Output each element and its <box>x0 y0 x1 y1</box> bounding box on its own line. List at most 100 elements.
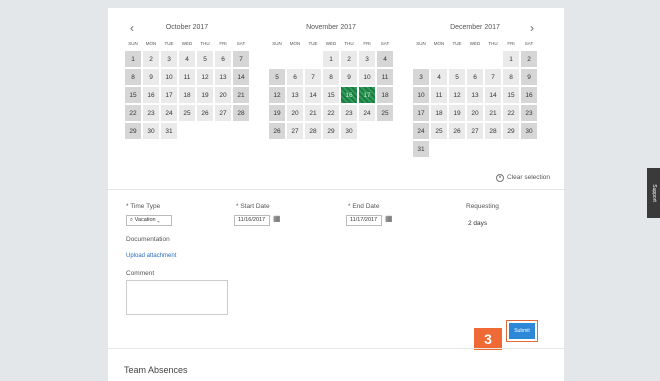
day-cell[interactable]: 23 <box>142 104 160 122</box>
day-cell[interactable]: 28 <box>232 104 250 122</box>
upload-attachment-link[interactable]: Upload attachment <box>126 253 176 259</box>
day-cell[interactable]: 14 <box>232 68 250 86</box>
time-type-select[interactable]: ⌕ Vacation ⌄ <box>126 215 172 226</box>
day-cell[interactable]: 16 <box>142 86 160 104</box>
day-cell[interactable]: 22 <box>502 104 520 122</box>
day-cell[interactable]: 3 <box>358 50 376 68</box>
day-cell[interactable]: 27 <box>286 122 304 140</box>
day-cell[interactable]: 24 <box>358 104 376 122</box>
day-cell[interactable]: 7 <box>484 68 502 86</box>
day-cell[interactable]: 14 <box>484 86 502 104</box>
day-cell[interactable]: 21 <box>484 104 502 122</box>
day-cell[interactable]: 7 <box>232 50 250 68</box>
day-cell[interactable]: 26 <box>196 104 214 122</box>
day-cell[interactable]: 12 <box>448 86 466 104</box>
day-cell[interactable]: 2 <box>520 50 538 68</box>
day-cell[interactable]: 29 <box>322 122 340 140</box>
day-cell[interactable]: 26 <box>448 122 466 140</box>
day-cell[interactable]: 4 <box>178 50 196 68</box>
day-cell[interactable]: 11 <box>376 68 394 86</box>
day-cell[interactable]: 25 <box>376 104 394 122</box>
day-cell[interactable]: 20 <box>286 104 304 122</box>
day-cell[interactable]: 18 <box>178 86 196 104</box>
day-cell[interactable]: 8 <box>502 68 520 86</box>
day-cell[interactable]: 27 <box>466 122 484 140</box>
day-cell[interactable]: 15 <box>322 86 340 104</box>
day-cell-selected[interactable]: 16 <box>340 86 358 104</box>
day-cell[interactable]: 9 <box>340 68 358 86</box>
day-cell[interactable]: 17 <box>412 104 430 122</box>
day-cell[interactable]: 13 <box>214 68 232 86</box>
day-cell[interactable]: 12 <box>196 68 214 86</box>
day-cell[interactable]: 23 <box>520 104 538 122</box>
day-cell[interactable]: 24 <box>412 122 430 140</box>
comment-textarea[interactable] <box>126 280 228 315</box>
day-cell[interactable]: 24 <box>160 104 178 122</box>
day-cell[interactable]: 22 <box>124 104 142 122</box>
day-cell[interactable]: 1 <box>124 50 142 68</box>
calendar-icon[interactable]: ▦ <box>273 214 281 223</box>
day-cell[interactable]: 20 <box>466 104 484 122</box>
day-cell[interactable]: 6 <box>466 68 484 86</box>
clear-selection-button[interactable]: × Clear selection <box>496 174 550 182</box>
day-cell[interactable]: 22 <box>322 104 340 122</box>
day-cell[interactable]: 28 <box>484 122 502 140</box>
day-cell[interactable]: 4 <box>376 50 394 68</box>
day-cell[interactable]: 8 <box>322 68 340 86</box>
day-cell[interactable]: 10 <box>358 68 376 86</box>
day-cell[interactable]: 28 <box>304 122 322 140</box>
day-cell[interactable]: 25 <box>178 104 196 122</box>
day-cell[interactable]: 11 <box>430 86 448 104</box>
day-cell[interactable]: 13 <box>286 86 304 104</box>
day-cell[interactable]: 3 <box>160 50 178 68</box>
day-cell[interactable]: 13 <box>466 86 484 104</box>
day-cell[interactable]: 5 <box>196 50 214 68</box>
day-cell[interactable]: 9 <box>142 68 160 86</box>
prev-month-button[interactable]: ‹ <box>130 18 134 38</box>
day-cell[interactable]: 30 <box>520 122 538 140</box>
day-cell[interactable]: 15 <box>502 86 520 104</box>
day-cell[interactable]: 21 <box>232 86 250 104</box>
day-cell[interactable]: 12 <box>268 86 286 104</box>
day-cell[interactable]: 2 <box>142 50 160 68</box>
day-cell[interactable]: 2 <box>340 50 358 68</box>
calendar-icon[interactable]: ▦ <box>385 214 393 223</box>
day-cell[interactable]: 1 <box>322 50 340 68</box>
day-cell[interactable]: 6 <box>214 50 232 68</box>
day-cell[interactable]: 17 <box>160 86 178 104</box>
day-cell[interactable]: 10 <box>412 86 430 104</box>
day-cell[interactable]: 27 <box>214 104 232 122</box>
day-cell[interactable]: 30 <box>340 122 358 140</box>
day-cell[interactable]: 16 <box>520 86 538 104</box>
day-cell-selected[interactable]: 17 <box>358 86 376 104</box>
day-cell[interactable]: 6 <box>286 68 304 86</box>
day-cell[interactable]: 15 <box>124 86 142 104</box>
day-cell[interactable]: 20 <box>214 86 232 104</box>
support-tab[interactable]: Support <box>647 168 660 218</box>
day-cell[interactable]: 19 <box>196 86 214 104</box>
day-cell[interactable]: 26 <box>268 122 286 140</box>
day-cell[interactable]: 31 <box>160 122 178 140</box>
end-date-input[interactable]: 11/17/2017 <box>346 215 382 226</box>
day-cell[interactable]: 1 <box>502 50 520 68</box>
submit-button[interactable]: Submit <box>506 320 538 342</box>
start-date-input[interactable]: 11/16/2017 <box>234 215 270 226</box>
day-cell[interactable]: 23 <box>340 104 358 122</box>
day-cell[interactable]: 29 <box>124 122 142 140</box>
day-cell[interactable]: 18 <box>430 104 448 122</box>
day-cell[interactable]: 7 <box>304 68 322 86</box>
day-cell[interactable]: 31 <box>412 140 430 158</box>
day-cell[interactable]: 4 <box>430 68 448 86</box>
day-cell[interactable]: 25 <box>430 122 448 140</box>
day-cell[interactable]: 11 <box>178 68 196 86</box>
day-cell[interactable]: 19 <box>448 104 466 122</box>
next-month-button[interactable]: › <box>530 18 534 38</box>
day-cell[interactable]: 19 <box>268 104 286 122</box>
day-cell[interactable]: 29 <box>502 122 520 140</box>
day-cell[interactable]: 21 <box>304 104 322 122</box>
day-cell[interactable]: 30 <box>142 122 160 140</box>
day-cell[interactable]: 14 <box>304 86 322 104</box>
day-cell[interactable]: 9 <box>520 68 538 86</box>
day-cell[interactable]: 3 <box>412 68 430 86</box>
day-cell[interactable]: 18 <box>376 86 394 104</box>
